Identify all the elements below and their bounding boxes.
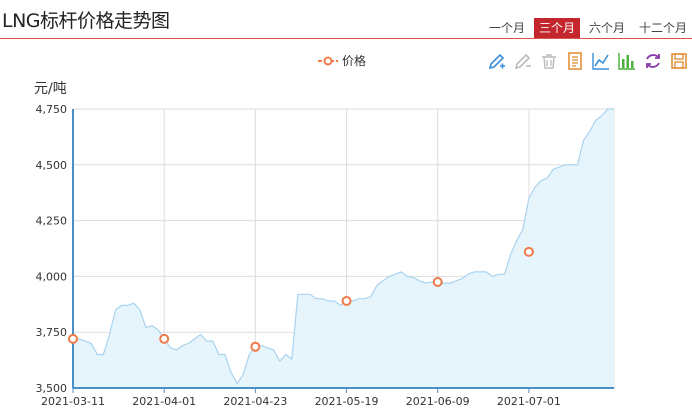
y-tick-label: 3,750 bbox=[36, 326, 68, 339]
y-tick-label: 4,750 bbox=[36, 103, 68, 116]
data-point-marker[interactable] bbox=[432, 276, 443, 287]
y-tick-label: 4,500 bbox=[36, 159, 68, 172]
x-tick-label: 2021-03-11 bbox=[41, 395, 105, 408]
data-point-marker[interactable] bbox=[159, 333, 170, 344]
data-point-marker[interactable] bbox=[341, 295, 352, 306]
x-tick-label: 2021-04-01 bbox=[132, 395, 196, 408]
series-area bbox=[73, 109, 614, 388]
x-tick-label: 2021-04-23 bbox=[223, 395, 287, 408]
data-point-marker[interactable] bbox=[68, 333, 78, 344]
data-point-marker[interactable] bbox=[250, 341, 261, 352]
x-tick-label: 2021-05-19 bbox=[315, 395, 379, 408]
price-area-chart[interactable]: 3,500 3,750 4,000 4,250 4,500 4,750 2021-03-11… bbox=[0, 0, 692, 418]
y-tick-label: 4,000 bbox=[36, 270, 68, 283]
y-tick-label: 4,250 bbox=[36, 215, 68, 228]
data-point-marker[interactable] bbox=[523, 246, 534, 257]
x-tick-label: 2021-06-09 bbox=[406, 395, 470, 408]
x-tick-label: 2021-07-01 bbox=[497, 395, 561, 408]
y-tick-label: 3,500 bbox=[36, 382, 68, 395]
